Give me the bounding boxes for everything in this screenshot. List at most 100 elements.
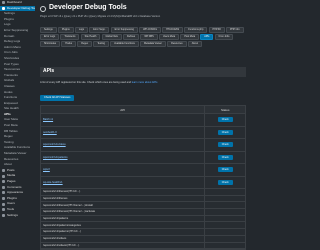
tab[interactable]: Defines — [123, 34, 140, 41]
tab[interactable]: PHP Info — [226, 27, 244, 33]
api-name-cell: /wpcomsh/v1/themes — [43, 197, 68, 201]
status-cell: Check — [204, 114, 245, 126]
table-row: /wpcomsh/v1/videos — [41, 235, 245, 243]
table-row: /wpcomsh/v1/themes/(?P<id>...) — [41, 189, 245, 196]
tab[interactable]: Settings — [40, 27, 57, 33]
tab[interactable]: Shortcodes — [40, 41, 61, 48]
column-header-status: Status — [204, 106, 245, 113]
section-description: A list of every API registered on this s… — [40, 81, 246, 84]
tab[interactable]: Transients — [60, 34, 80, 41]
tab[interactable]: Error Supp. — [89, 27, 110, 33]
table-header: API Status — [41, 106, 245, 114]
table-row: wp-site-health/v1 Check — [41, 176, 245, 189]
status-cell — [204, 195, 245, 202]
tab[interactable]: Resources — [167, 41, 187, 48]
sidebar-item-label: Settings — [7, 212, 18, 217]
check-button[interactable]: Check — [217, 117, 233, 123]
sidebar-item[interactable]: Settings — [0, 213, 35, 219]
api-name-cell: /wpcomsh/v1/themes/(?P<id>...) — [43, 190, 81, 194]
api-name-cell: /wpcomsh/v1/patterns/categories — [43, 223, 81, 227]
apis-table: API Status Batch v1 Check oembed/1.0 Check w… — [40, 105, 246, 250]
api-name-cell[interactable]: oembed/1.0 — [41, 127, 204, 139]
api-name-cell[interactable]: wpcomsh/v1/patterns — [41, 152, 204, 164]
api-name-cell[interactable]: Batch v1 — [41, 114, 204, 126]
section-title-bar: APIs — [40, 67, 246, 77]
description-text: A list of every API registered on this s… — [40, 81, 132, 84]
tab[interactable]: Logs — [74, 27, 89, 33]
check-button[interactable]: Check — [217, 154, 233, 160]
check-button[interactable]: Check — [217, 179, 233, 185]
tab[interactable]: WP DBS — [140, 34, 158, 41]
menu-icon — [2, 169, 5, 173]
tab[interactable]: About — [187, 41, 202, 48]
tab[interactable]: Error Logs — [40, 34, 60, 41]
menu-icon — [2, 208, 5, 212]
check-all-button[interactable]: Check All API Statuses — [40, 95, 75, 101]
tab[interactable]: Metadata Viewer — [140, 41, 166, 48]
menu-icon — [2, 197, 5, 201]
table-row: wpcomsh/v1/videos Check — [41, 139, 245, 152]
api-name-cell[interactable]: wp-site-health/v1 — [41, 177, 204, 189]
menu-icon — [2, 1, 5, 5]
tab[interactable]: Testing — [93, 41, 109, 48]
api-name-cell: /wpcomsh/v1/patterns/(?P<id>...) — [43, 230, 82, 234]
plugin-logo-icon — [40, 6, 46, 12]
tab[interactable]: Site Health — [80, 34, 101, 41]
api-name-cell: /wpcomsh/v1/videos — [43, 237, 67, 241]
status-cell — [204, 209, 245, 215]
api-name-cell: /wpcomsh/v1/themes/(?P<theme>...)/instal… — [43, 203, 93, 207]
tab[interactable]: HTACCESS — [162, 27, 184, 33]
tab[interactable]: Plugins — [57, 27, 74, 33]
table-row: /wpcomsh/v1/themes — [41, 195, 245, 203]
menu-icon — [2, 185, 5, 189]
main-content: Developer Debug Tools Plugin v2.0 WP v6.… — [36, 0, 250, 250]
tab[interactable]: Users Meta — [158, 34, 180, 41]
status-cell — [204, 229, 245, 235]
tab-bar: Settings Plugins Logs Error Supp. Error Supp… — [40, 27, 246, 48]
status-cell — [204, 189, 245, 195]
menu-icon — [2, 174, 5, 178]
status-cell — [204, 235, 245, 242]
tab[interactable]: Error Suppressing — [110, 27, 138, 33]
status-cell — [204, 202, 245, 209]
tab[interactable]: PHP.INI — [208, 27, 225, 33]
table-row: /wpcomsh/v1/themes/(?P<theme>...)/instal… — [41, 202, 245, 210]
table-row: /wpcomsh/v1/videos/(?P<id>...) — [41, 242, 245, 250]
status-cell: Check — [204, 164, 245, 176]
check-button[interactable]: Check — [217, 129, 233, 135]
status-cell — [204, 242, 245, 249]
table-row: /wpcomsh/v1/patterns/categories — [41, 222, 245, 230]
table-row: Batch v1 Check — [41, 114, 245, 127]
status-cell — [204, 222, 245, 229]
tab[interactable]: WP-CONFIG — [139, 27, 162, 33]
check-button[interactable]: Check — [217, 167, 233, 173]
tab[interactable]: Available Functions — [110, 41, 139, 48]
status-cell: Check — [204, 126, 245, 138]
menu-icon — [2, 202, 5, 206]
tab[interactable]: Functions.php — [184, 27, 208, 33]
api-name-cell[interactable]: wp/v2 — [41, 164, 204, 176]
learn-more-link[interactable]: learn more about APIs — [132, 81, 158, 84]
menu-icon — [2, 191, 5, 195]
tab[interactable]: Regex — [77, 41, 93, 48]
api-name-cell[interactable]: wpcomsh/v1/videos — [41, 139, 204, 151]
status-cell — [204, 215, 245, 222]
status-cell: Check — [204, 151, 245, 163]
api-name-cell: /wpcomsh/v1/videos/(?P<id>...) — [43, 243, 80, 247]
tab[interactable]: Cron Jobs — [214, 34, 234, 41]
page-heading: Developer Debug Tools — [49, 4, 127, 11]
api-name-cell: /wpcomsh/v1/patterns — [43, 217, 69, 221]
tab[interactable]: Hooks — [61, 41, 77, 48]
tab[interactable]: APIs — [200, 34, 214, 41]
status-cell: Check — [204, 176, 245, 188]
table-row: wp/v2 Check — [41, 164, 245, 177]
tab[interactable]: Post Meta — [180, 34, 200, 41]
column-header-api: API — [120, 108, 126, 112]
tab[interactable]: Global Vars — [101, 34, 122, 41]
menu-icon — [2, 6, 5, 10]
status-cell: Check — [204, 139, 245, 151]
table-row: /wpcomsh/v1/themes/(?P<theme>...)/activa… — [41, 209, 245, 216]
version-info: Plugin v2.0 WP v6.x jQuery v3.x PHP v8.x… — [40, 15, 161, 18]
admin-sidebar: DashboardDeveloper Debug ToolsSettingsPl… — [0, 0, 35, 250]
check-button[interactable]: Check — [217, 142, 233, 148]
